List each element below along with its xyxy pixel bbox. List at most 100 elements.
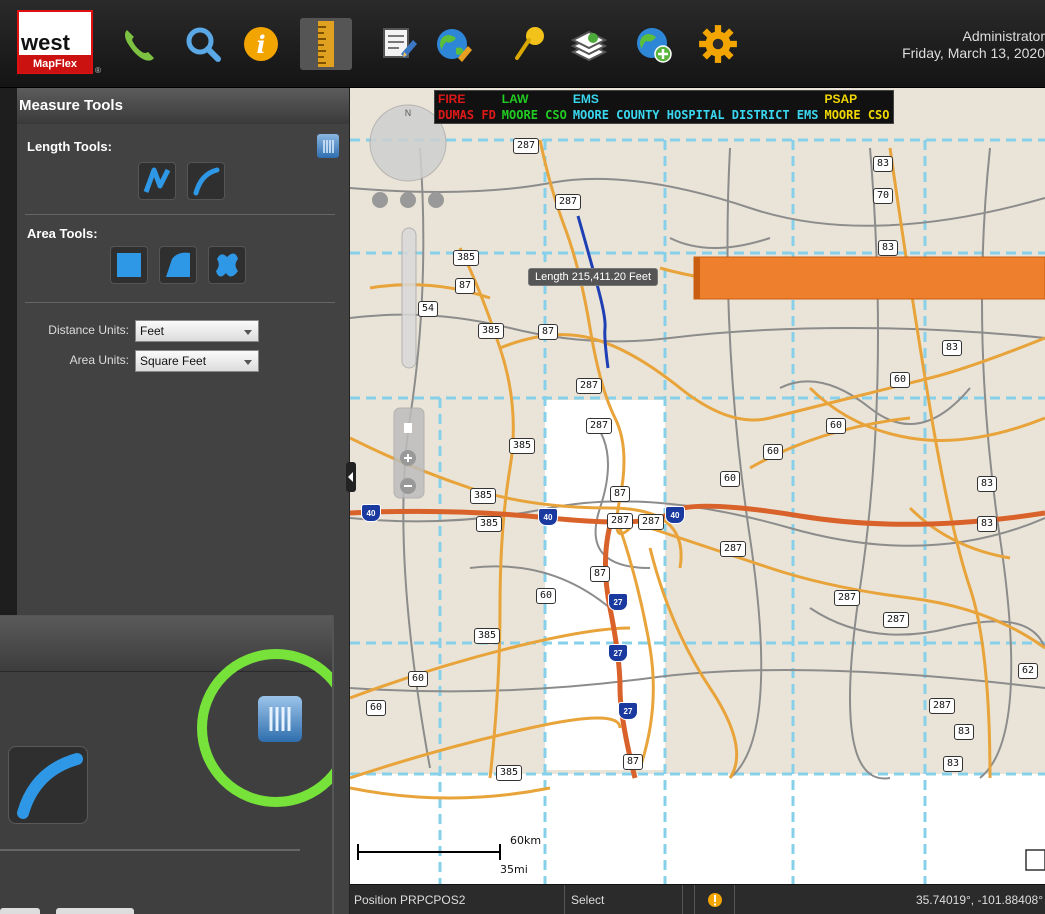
warning-icon bbox=[708, 893, 722, 907]
route-shield: 385 bbox=[509, 438, 536, 454]
route-shield: 54 bbox=[418, 301, 439, 317]
psap-header: PSAP bbox=[824, 92, 858, 106]
route-shield: 60 bbox=[536, 588, 557, 604]
registered-mark: ® bbox=[95, 66, 101, 75]
chevron-down-icon bbox=[244, 330, 252, 335]
zoom-divider bbox=[0, 849, 300, 851]
app-logo: west MapFlex bbox=[17, 10, 93, 74]
pushpin-icon bbox=[515, 27, 544, 60]
interstate-shield: 27 bbox=[618, 702, 638, 720]
measurement-tooltip: Length 215,411.20 Feet bbox=[528, 268, 659, 286]
search-button[interactable] bbox=[177, 18, 229, 70]
layers-button[interactable] bbox=[563, 18, 615, 70]
route-shield: 385 bbox=[478, 323, 505, 339]
interstate-shield: 40 bbox=[538, 508, 558, 526]
law-header: LAW bbox=[501, 92, 529, 106]
layers-icon bbox=[570, 30, 608, 62]
interstate-shield: 40 bbox=[361, 504, 381, 522]
search-icon bbox=[186, 27, 221, 62]
agency-info-panel: FIRE LAW EMS PSAP DUMAS FD MOORE CSO MOO… bbox=[434, 90, 894, 124]
ruler-icon bbox=[318, 21, 334, 67]
map-view[interactable]: N 60km 35mi 287 287 83 70 83 385 87 54 3… bbox=[350, 88, 1045, 884]
compass-north: N bbox=[405, 109, 412, 119]
distance-units-select[interactable]: Feet bbox=[135, 320, 259, 342]
chevron-down-icon bbox=[244, 360, 252, 365]
phone-button[interactable] bbox=[113, 18, 165, 70]
route-shield: 60 bbox=[763, 444, 784, 460]
phone-icon bbox=[125, 30, 154, 61]
polyline-length-tool[interactable] bbox=[138, 162, 176, 200]
route-shield: 385 bbox=[496, 765, 523, 781]
freehand-area-tool[interactable] bbox=[208, 246, 246, 284]
ems-agency: MOORE COUNTY HOSPITAL DISTRICT EMS bbox=[572, 108, 819, 122]
curve-icon bbox=[17, 753, 83, 819]
zoomed-select-partial bbox=[56, 908, 134, 914]
distance-units-label: Distance Units: bbox=[48, 323, 129, 337]
route-shield: 87 bbox=[610, 486, 631, 502]
route-shield: 83 bbox=[942, 340, 963, 356]
polygon-area-tool[interactable] bbox=[159, 246, 197, 284]
settings-button[interactable] bbox=[692, 18, 744, 70]
route-shield: 83 bbox=[943, 756, 964, 772]
alert-status[interactable] bbox=[695, 885, 735, 914]
panel-title: Measure Tools bbox=[17, 88, 349, 124]
route-shield: 87 bbox=[590, 566, 611, 582]
route-shield: 385 bbox=[453, 250, 480, 266]
edit-document-button[interactable] bbox=[373, 18, 425, 70]
rectangle-icon bbox=[117, 253, 141, 277]
route-shield: 83 bbox=[977, 476, 998, 492]
polygon-icon bbox=[166, 252, 190, 277]
route-shield: 60 bbox=[408, 671, 429, 687]
route-shield: 83 bbox=[954, 724, 975, 740]
route-shield: 87 bbox=[538, 324, 559, 340]
route-shield: 287 bbox=[555, 194, 582, 210]
globe-add-button[interactable] bbox=[628, 18, 680, 70]
route-shield: 287 bbox=[576, 378, 603, 394]
law-agency: MOORE CSO bbox=[501, 108, 567, 122]
route-shield: 70 bbox=[873, 188, 894, 204]
route-shield: 60 bbox=[366, 700, 387, 716]
edit-document-icon bbox=[383, 28, 417, 58]
route-shield: 287 bbox=[638, 514, 665, 530]
route-shield: 60 bbox=[720, 471, 741, 487]
route-shield: 385 bbox=[476, 516, 503, 532]
scale-km: 60km bbox=[510, 834, 541, 847]
section-divider bbox=[25, 302, 335, 303]
area-units-select[interactable]: Square Feet bbox=[135, 350, 259, 372]
expand-icon[interactable] bbox=[1025, 849, 1045, 871]
route-shield: 287 bbox=[720, 541, 747, 557]
clear-measurements-button[interactable] bbox=[317, 134, 339, 158]
interstate-shield: 40 bbox=[665, 506, 685, 524]
curve-length-tool[interactable] bbox=[187, 162, 225, 200]
logo-subtext: MapFlex bbox=[19, 55, 91, 73]
distance-units-value: Feet bbox=[140, 324, 165, 338]
info-button[interactable]: i bbox=[235, 18, 287, 70]
globe-edit-button[interactable] bbox=[428, 18, 480, 70]
route-shield: 87 bbox=[455, 278, 476, 294]
area-tools-title: Area Tools: bbox=[27, 226, 98, 241]
section-divider bbox=[25, 214, 335, 215]
current-date: Friday, March 13, 2020 bbox=[902, 45, 1045, 61]
freehand-icon bbox=[216, 253, 238, 277]
info-icon: i bbox=[244, 27, 278, 61]
zoomed-inset bbox=[0, 615, 334, 914]
zoomed-curve-tool bbox=[8, 746, 88, 824]
route-shield: 60 bbox=[890, 372, 911, 388]
route-shield: 83 bbox=[873, 156, 894, 172]
route-shield: 287 bbox=[929, 698, 956, 714]
panel-collapse-handle[interactable] bbox=[346, 462, 356, 492]
top-toolbar: west MapFlex ® i Administrator Friday, M… bbox=[0, 0, 1045, 88]
chevron-left-icon bbox=[348, 472, 353, 482]
route-shield: 287 bbox=[586, 418, 613, 434]
psap-agency: MOORE CSO bbox=[824, 108, 890, 122]
globe-edit-icon bbox=[437, 29, 472, 62]
area-units-value: Square Feet bbox=[140, 354, 207, 368]
map-canvas[interactable]: N 60km 35mi bbox=[350, 88, 1045, 884]
measure-button[interactable] bbox=[300, 18, 352, 70]
rectangle-area-tool[interactable] bbox=[110, 246, 148, 284]
route-shield: 287 bbox=[883, 612, 910, 628]
polyline-icon bbox=[143, 167, 171, 193]
pushpin-button[interactable] bbox=[503, 18, 555, 70]
interstate-shield: 27 bbox=[608, 593, 628, 611]
user-info: Administrator Friday, March 13, 2020 bbox=[902, 28, 1045, 62]
